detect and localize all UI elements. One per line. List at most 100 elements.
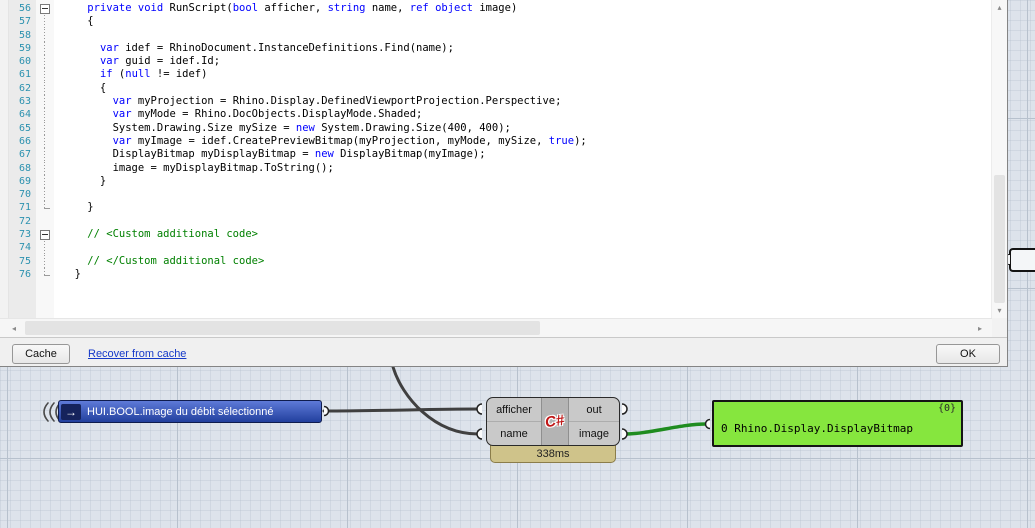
code-text: if (null != idef) [99,68,208,81]
code-text: image = myDisplayBitmap.ToString(); [62,161,334,174]
csharp-logo[interactable]: C# [541,398,569,445]
csharp-script-component[interactable]: afficher name C# out image [486,397,620,446]
code-line[interactable]: 75 // </Custom additional code> [0,254,992,269]
scroll-down-icon[interactable]: ▾ [992,303,1007,318]
line-margin [0,108,9,121]
fold-toggle-icon[interactable] [36,2,54,15]
code-line[interactable]: 71 } [0,201,992,214]
scroll-right-icon[interactable]: ▸ [972,320,988,336]
code-line[interactable]: 67 DisplayBitmap myDisplayBitmap = new D… [0,148,992,162]
afficher-input-nub[interactable] [476,403,483,415]
hui-output-nub[interactable] [323,405,330,417]
line-number: 70 [18,189,31,201]
partial-component[interactable] [1004,248,1035,272]
code-line[interactable]: 64 var myMode = Rhino.DocObjects.Display… [0,108,992,122]
code-line[interactable]: 65 System.Drawing.Size mySize = new Syst… [0,121,992,136]
ok-button[interactable]: OK [936,344,1000,364]
line-number: 66 [18,135,31,147]
line-number: 67 [18,149,31,161]
input-afficher[interactable]: afficher [487,398,541,422]
code-line[interactable]: 63 var myProjection = Rhino.Display.Defi… [0,95,992,109]
scroll-left-icon[interactable]: ◂ [6,320,22,336]
line-margin [0,241,9,254]
line-number: 62 [18,82,31,94]
line-number: 57 [18,16,31,28]
out-output-nub[interactable] [621,403,628,415]
horizontal-scrollbar[interactable]: ◂ ▸ [0,318,992,337]
code-line[interactable]: 58 [0,28,992,43]
code-line[interactable]: 57 { [0,15,992,29]
fold-marker [36,68,54,83]
recover-from-cache-link[interactable]: Recover from cache [88,348,186,360]
name-input-nub[interactable] [476,428,483,440]
code-line[interactable]: 62 { [0,81,992,96]
line-number: 58 [18,29,31,41]
output-out[interactable]: out [569,398,619,422]
vertical-scroll-thumb[interactable] [994,175,1005,303]
horizontal-scroll-thumb[interactable] [25,321,540,335]
code-line[interactable]: 60 var guid = idef.Id; [0,55,992,69]
line-margin [0,268,9,281]
fold-marker [36,15,54,29]
line-margin [0,15,9,28]
fold-marker [36,41,54,56]
line-number: 60 [18,56,31,68]
line-number: 71 [18,202,31,214]
line-number: 56 [18,3,31,14]
wire-bool-to-afficher[interactable] [322,407,480,413]
vertical-scrollbar[interactable]: ▴ ▾ [991,0,1007,318]
cache-button[interactable]: Cache [12,344,70,364]
code-text: var myProjection = Rhino.Display.Defined… [112,95,562,108]
line-number: 75 [18,255,31,267]
fold-marker [36,95,54,109]
line-margin [0,201,9,214]
code-line[interactable]: 76 } [0,267,992,281]
wire-top-to-name[interactable] [391,367,480,436]
fold-marker [36,188,54,202]
script-editor-window: 56 private void RunScript(bool afficher,… [0,0,1008,367]
code-text: } [62,201,94,214]
code-line[interactable]: 70 [0,188,992,202]
code-line[interactable]: 68 image = myDisplayBitmap.ToString(); [0,161,992,176]
code-line[interactable]: 73 // <Custom additional code> [0,228,992,241]
line-margin [0,135,9,148]
fold-marker [36,28,54,43]
panel-text: 0 Rhino.Display.DisplayBitmap [721,422,914,435]
code-text: var myMode = Rhino.DocObjects.DisplayMod… [112,108,423,121]
display-bitmap-panel[interactable]: {0} 0 Rhino.Display.DisplayBitmap [712,400,963,447]
code-text: } [62,267,81,280]
fold-marker [36,134,54,149]
line-number: 69 [18,175,31,187]
fold-marker [36,174,54,189]
line-margin [0,29,9,42]
hui-bool-node[interactable]: → HUI.BOOL.image du débit sélectionné [58,400,322,423]
line-margin [0,122,9,135]
code-line[interactable]: 74 [0,241,992,255]
fold-toggle-icon[interactable] [36,228,54,241]
panel-input-nub[interactable] [704,418,711,430]
code-line[interactable]: 72 [0,215,992,228]
code-text: var idef = RhinoDocument.InstanceDefinit… [99,41,454,54]
code-line[interactable]: 69 } [0,174,992,189]
code-line[interactable]: 66 var myImage = idef.CreatePreviewBitma… [0,134,992,149]
code-text: DisplayBitmap myDisplayBitmap = new Disp… [62,148,486,161]
line-number: 64 [18,109,31,121]
code-editor[interactable]: 56 private void RunScript(bool afficher,… [0,0,992,318]
code-line[interactable]: 59 var idef = RhinoDocument.InstanceDefi… [0,41,992,56]
line-number: 74 [18,242,31,254]
input-name[interactable]: name [487,422,541,445]
scroll-up-icon[interactable]: ▴ [992,0,1007,15]
fold-marker [36,241,54,255]
output-image[interactable]: image [569,422,619,445]
line-margin [0,42,9,55]
code-line[interactable]: 61 if (null != idef) [0,68,992,83]
code-line[interactable]: 56 private void RunScript(bool afficher,… [0,2,992,15]
wire-image-to-panel[interactable] [622,422,708,436]
screen: → HUI.BOOL.image du débit sélectionné af… [0,0,1035,528]
line-margin [0,148,9,161]
image-output-nub[interactable] [621,428,628,440]
code-text: { [62,15,94,28]
